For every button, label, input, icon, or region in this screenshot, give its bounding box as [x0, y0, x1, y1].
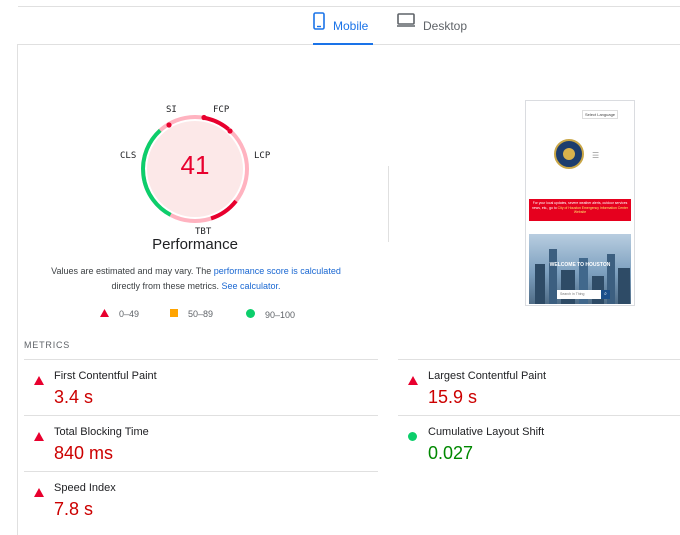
desktop-icon [397, 12, 415, 31]
performance-score-link[interactable]: performance score is calculated [214, 266, 341, 276]
metric-name: Speed Index [54, 482, 116, 494]
performance-score: 41 [180, 150, 210, 180]
metric-value: 840 ms [54, 443, 114, 463]
hero-image: WELCOME TO HOUSTON Search in Thing ⌕ [529, 234, 631, 304]
legend-pass-range: 90–100 [265, 309, 296, 320]
tab-mobile-label: Mobile [333, 19, 369, 33]
triangle-icon [100, 309, 109, 319]
metrics-heading: METRICS [24, 340, 71, 350]
metric-name: First Contentful Paint [54, 370, 157, 382]
triangle-icon [408, 372, 418, 390]
menu-icon: ☰ [592, 151, 600, 160]
tab-mobile[interactable]: Mobile [313, 12, 373, 45]
emergency-alert-banner: For your local updates, severe weather a… [529, 199, 631, 221]
gauge-label-cls: CLS [120, 151, 137, 161]
final-screenshot-thumbnail[interactable]: Select Language ☰ For your local updates… [525, 100, 635, 306]
gauge-label-lcp: LCP [254, 151, 271, 161]
performance-title: Performance [152, 236, 238, 253]
legend-fail-range: 0–49 [119, 309, 140, 319]
metric-value: 15.9 s [428, 387, 478, 407]
gauge-label-fcp: FCP [213, 105, 230, 115]
gauge-label-si: SI [166, 105, 177, 115]
metric-name: Cumulative Layout Shift [428, 426, 545, 438]
circle-icon [408, 428, 417, 446]
triangle-icon [34, 372, 44, 390]
metric-name: Largest Contentful Paint [428, 370, 547, 382]
hero-title: WELCOME TO HOUSTON [549, 262, 611, 268]
thumbnail-search-field: Search in Thing [557, 290, 601, 299]
legend-pass: 90–100 [246, 309, 295, 320]
metrics-divider [24, 415, 378, 416]
top-border [18, 6, 680, 7]
gauge-dot-si [166, 122, 172, 128]
triangle-icon [34, 428, 44, 446]
score-note-text-1: Values are estimated and may vary. The [51, 266, 214, 276]
active-tab-indicator [313, 43, 373, 45]
city-seal-logo [554, 139, 584, 169]
smartphone-icon [313, 12, 325, 33]
score-note-text-2: directly from these metrics. [111, 281, 222, 291]
legend-fail: 0–49 [100, 309, 139, 319]
metrics-divider [24, 471, 378, 472]
language-select: Select Language [582, 110, 619, 119]
metric-value: 3.4 s [54, 387, 94, 407]
metrics-divider [398, 359, 680, 360]
circle-icon [246, 309, 255, 320]
metrics-divider [398, 415, 680, 416]
metrics-divider [24, 359, 378, 360]
tab-desktop-label: Desktop [423, 19, 468, 33]
gauge-dot-lcp [227, 128, 233, 134]
legend-average: 50–89 [170, 309, 213, 319]
legend-average-range: 50–89 [188, 309, 214, 319]
search-icon: ⌕ [601, 290, 610, 299]
metric-value: 0.027 [428, 443, 474, 463]
metric-name: Total Blocking Time [54, 426, 149, 438]
metric-value: 7.8 s [54, 499, 94, 519]
gauge-dot-fcp [201, 114, 207, 121]
square-icon [170, 309, 178, 319]
left-border [17, 44, 18, 535]
alert-link: City of Houston Emergency Information Ce… [557, 205, 628, 215]
tab-desktop[interactable]: Desktop [397, 12, 467, 45]
triangle-icon [34, 484, 44, 502]
vertical-divider [388, 166, 389, 242]
see-calculator-link[interactable]: See calculator. [221, 281, 280, 291]
score-note: Values are estimated and may vary. The p… [40, 264, 352, 294]
